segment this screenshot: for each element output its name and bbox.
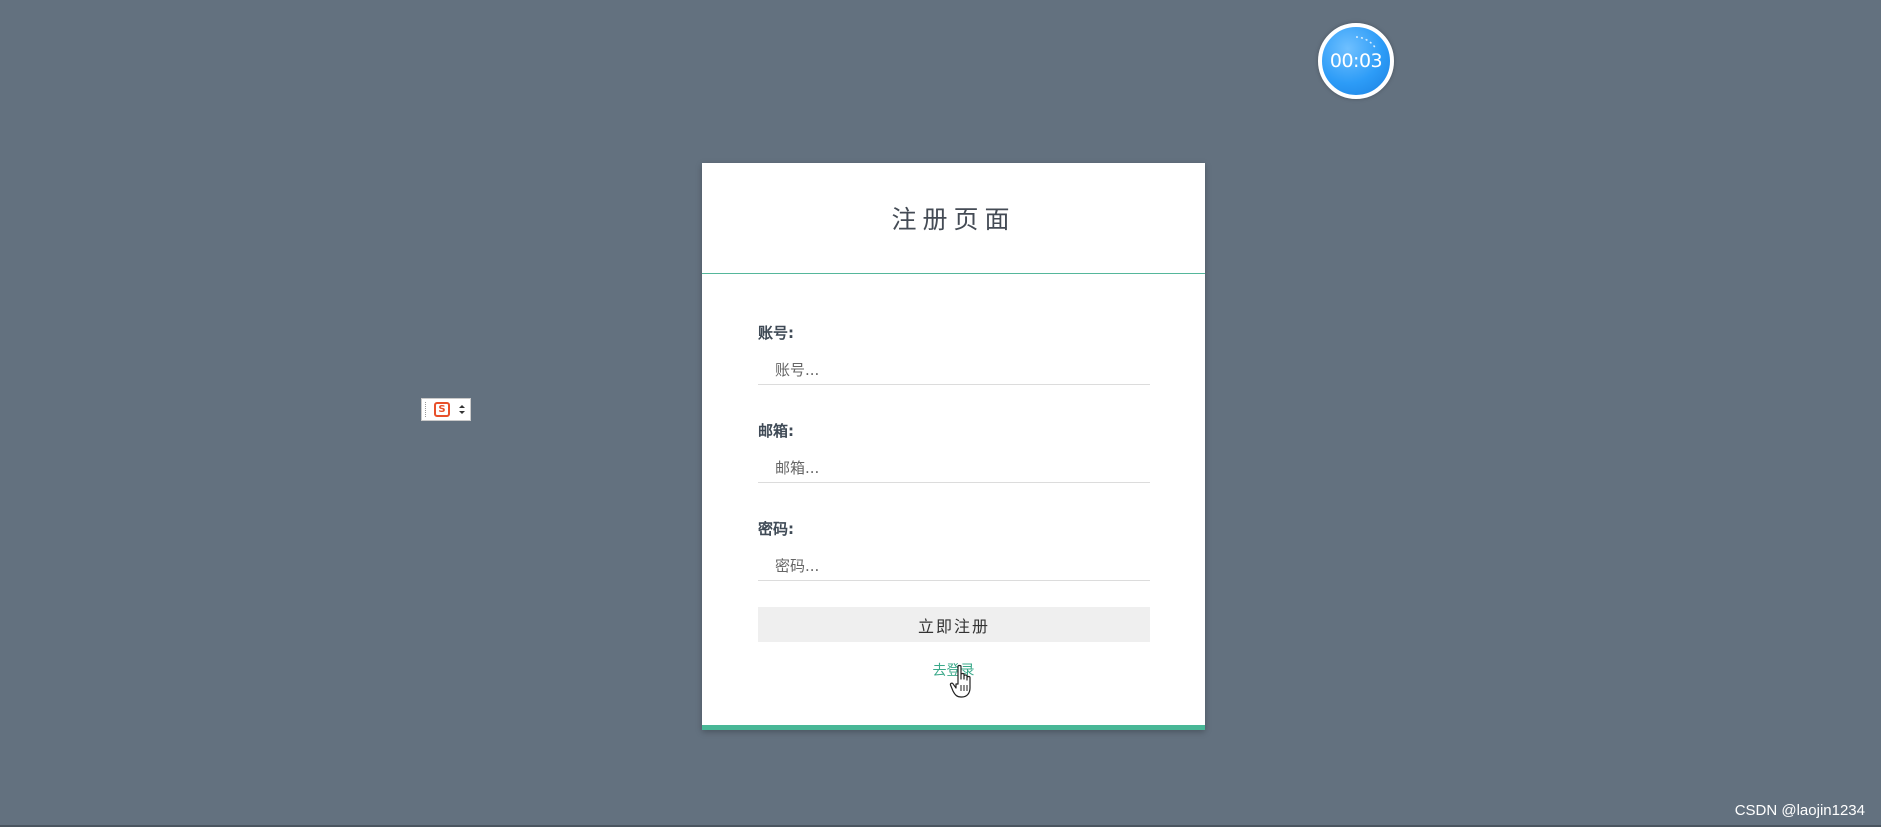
up-down-arrows-icon[interactable] <box>458 403 466 417</box>
countdown-timer: 00:03 <box>1318 23 1394 99</box>
account-field-group: 账号: <box>758 322 1150 385</box>
card-header: 注册页面 <box>702 163 1205 274</box>
password-label: 密码: <box>758 520 794 538</box>
register-form: 账号: 邮箱: 密码: 立即注册 去登录 <box>702 322 1205 680</box>
account-label: 账号: <box>758 324 794 342</box>
password-field-group: 密码: <box>758 518 1150 581</box>
ime-logo-icon[interactable]: S <box>434 402 450 417</box>
drag-handle-icon[interactable] <box>425 402 430 417</box>
watermark-text: CSDN @laojin1234 <box>1734 802 1865 819</box>
ime-toolbar[interactable]: S <box>421 398 471 421</box>
timer-text: 00:03 <box>1329 50 1383 72</box>
hand-cursor-icon <box>949 664 971 698</box>
register-button[interactable]: 立即注册 <box>758 607 1150 642</box>
card-accent-bar <box>702 725 1205 730</box>
register-card: 注册页面 账号: 邮箱: 密码: 立即注册 去登录 <box>702 163 1205 730</box>
email-field-group: 邮箱: <box>758 420 1150 483</box>
account-input[interactable] <box>758 355 1150 385</box>
password-input[interactable] <box>758 551 1150 581</box>
email-input[interactable] <box>758 453 1150 483</box>
page-title: 注册页面 <box>891 205 1016 234</box>
email-label: 邮箱: <box>758 422 794 440</box>
